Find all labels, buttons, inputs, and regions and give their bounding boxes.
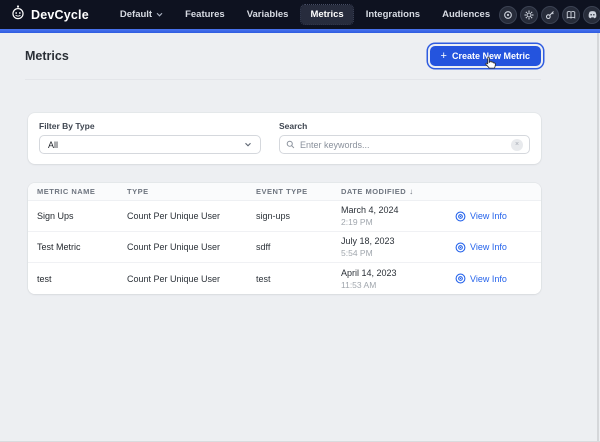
nav-item-audiences[interactable]: Audiences — [433, 5, 499, 24]
metric-name: Test Metric — [28, 242, 118, 252]
create-new-metric-button[interactable]: + Create New Metric — [430, 46, 541, 66]
col-header-metric-name[interactable]: Metric Name — [28, 187, 118, 196]
navbar-actions — [499, 5, 600, 24]
nav-item-features[interactable]: Features — [176, 5, 234, 24]
view-info-label: View Info — [470, 242, 507, 252]
view-info-link[interactable]: View Info — [436, 211, 541, 222]
table-row[interactable]: Sign Ups Count Per Unique User sign-ups … — [28, 201, 541, 232]
page-title: Metrics — [25, 49, 69, 63]
filter-type-group: Filter By Type All — [39, 121, 261, 154]
metrics-table: Metric Name Type Event Type Date Modifie… — [28, 183, 541, 294]
table-row[interactable]: test Count Per Unique User test April 14… — [28, 263, 541, 294]
filter-card: Filter By Type All Search × — [28, 113, 541, 164]
nav-item-metrics[interactable]: Metrics — [301, 5, 352, 24]
filter-type-label: Filter By Type — [39, 121, 261, 131]
col-header-type[interactable]: Type — [118, 187, 247, 196]
page-header: Metrics + Create New Metric — [25, 33, 541, 80]
settings-button[interactable] — [520, 6, 538, 24]
view-info-label: View Info — [470, 274, 507, 284]
event-type: test — [247, 274, 332, 284]
discord-button[interactable] — [583, 6, 600, 24]
main-content: Metrics + Create New Metric Filter By Ty… — [0, 33, 600, 294]
col-header-label: Date Modified — [341, 187, 406, 196]
nav-item-default-project[interactable]: Default — [111, 5, 172, 24]
top-navbar: DevCycle Default Features Variables Metr… — [0, 0, 600, 29]
devcycle-logo[interactable]: DevCycle — [10, 4, 89, 25]
scrollbar-track[interactable] — [597, 33, 599, 441]
table-header-row: Metric Name Type Event Type Date Modifie… — [28, 183, 541, 201]
search-input[interactable] — [300, 140, 506, 150]
settings-gear-icon — [524, 10, 534, 20]
nav-item-variables[interactable]: Variables — [238, 5, 298, 24]
clear-search-button[interactable]: × — [511, 139, 523, 151]
api-keys-button[interactable] — [541, 6, 559, 24]
filter-type-select[interactable]: All — [39, 135, 261, 154]
event-type: sdff — [247, 242, 332, 252]
view-info-link[interactable]: View Info — [436, 273, 541, 284]
nav-item-label: Default — [120, 9, 152, 20]
search-group: Search × — [279, 121, 530, 154]
table-row[interactable]: Test Metric Count Per Unique User sdff J… — [28, 232, 541, 263]
target-status-icon — [503, 10, 513, 20]
date-modified: July 18, 2023 5:54 PM — [332, 236, 436, 258]
search-icon — [286, 140, 295, 149]
view-eye-icon — [455, 242, 466, 253]
nav-item-integrations[interactable]: Integrations — [357, 5, 429, 24]
col-header-date-modified[interactable]: Date Modified↓ — [332, 187, 436, 196]
date-modified: April 14, 2023 11:53 AM — [332, 268, 436, 290]
create-button-label: Create New Metric — [452, 51, 530, 61]
devcycle-robot-icon — [10, 4, 26, 25]
chevron-down-icon — [244, 142, 252, 147]
metric-name: test — [28, 274, 118, 284]
search-label: Search — [279, 121, 530, 131]
view-info-label: View Info — [470, 211, 507, 221]
docs-button[interactable] — [562, 6, 580, 24]
brand-name: DevCycle — [31, 8, 89, 22]
view-info-link[interactable]: View Info — [436, 242, 541, 253]
date: March 4, 2024 — [341, 205, 436, 215]
sort-descending-icon: ↓ — [409, 187, 413, 196]
metric-type: Count Per Unique User — [118, 242, 247, 252]
metric-type: Count Per Unique User — [118, 211, 247, 221]
discord-icon — [587, 10, 598, 20]
nav-items: Default Features Variables Metrics Integ… — [111, 5, 499, 24]
view-eye-icon — [455, 273, 466, 284]
api-key-icon — [545, 10, 555, 20]
date: July 18, 2023 — [341, 236, 436, 246]
view-eye-icon — [455, 211, 466, 222]
date-modified: March 4, 2024 2:19 PM — [332, 205, 436, 227]
filter-type-value: All — [48, 140, 58, 150]
chevron-down-icon — [156, 12, 163, 17]
metric-type: Count Per Unique User — [118, 274, 247, 284]
event-type: sign-ups — [247, 211, 332, 221]
search-box: × — [279, 135, 530, 154]
col-header-event-type[interactable]: Event Type — [247, 187, 332, 196]
docs-book-icon — [566, 10, 576, 20]
date: April 14, 2023 — [341, 268, 436, 278]
metric-name: Sign Ups — [28, 211, 118, 221]
target-status-button[interactable] — [499, 6, 517, 24]
time: 11:53 AM — [341, 280, 436, 290]
plus-icon: + — [441, 51, 447, 62]
time: 2:19 PM — [341, 217, 436, 227]
time: 5:54 PM — [341, 248, 436, 258]
